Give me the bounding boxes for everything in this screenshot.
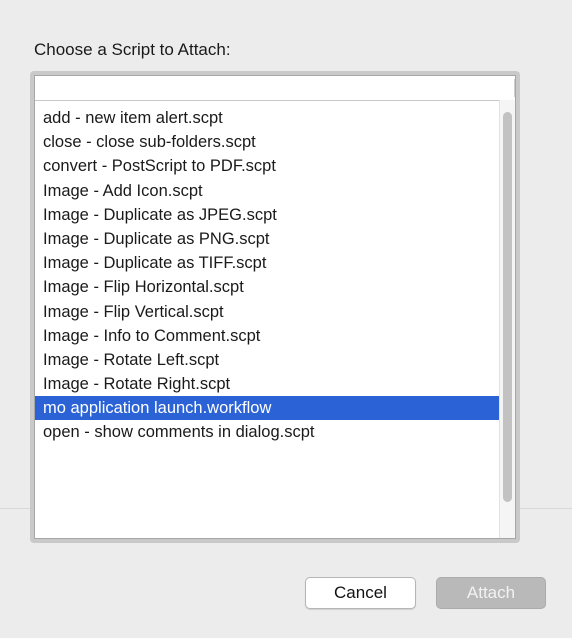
divider-line-left [0,508,30,509]
script-list-frame: add - new item alert.scpt close - close … [30,71,520,543]
script-item[interactable]: Image - Rotate Left.scpt [35,348,515,372]
divider-line-right [520,508,572,509]
script-list[interactable]: add - new item alert.scpt close - close … [34,75,516,539]
script-item[interactable]: open - show comments in dialog.scpt [35,420,515,444]
list-header[interactable] [35,76,515,101]
script-item[interactable]: Image - Add Icon.scpt [35,179,515,203]
scrollbar-thumb[interactable] [503,112,512,502]
attach-button[interactable]: Attach [436,577,546,609]
script-item[interactable]: close - close sub-folders.scpt [35,130,515,154]
script-item[interactable]: Image - Info to Comment.scpt [35,324,515,348]
attach-script-dialog: Choose a Script to Attach: add - new ite… [0,0,572,638]
script-item[interactable]: add - new item alert.scpt [35,106,515,130]
script-item[interactable]: Image - Flip Horizontal.scpt [35,275,515,299]
script-item[interactable]: Image - Duplicate as JPEG.scpt [35,203,515,227]
script-item[interactable]: Image - Duplicate as PNG.scpt [35,227,515,251]
script-item[interactable]: mo application launch.workflow [35,396,515,421]
cancel-button[interactable]: Cancel [305,577,416,609]
script-item[interactable]: Image - Flip Vertical.scpt [35,300,515,324]
dialog-prompt: Choose a Script to Attach: [34,40,231,59]
vertical-scrollbar[interactable] [499,100,515,538]
header-column-divider [514,79,515,97]
script-item[interactable]: convert - PostScript to PDF.scpt [35,154,515,178]
script-rows: add - new item alert.scpt close - close … [35,106,515,445]
script-item[interactable]: Image - Duplicate as TIFF.scpt [35,251,515,275]
script-item[interactable]: Image - Rotate Right.scpt [35,372,515,396]
